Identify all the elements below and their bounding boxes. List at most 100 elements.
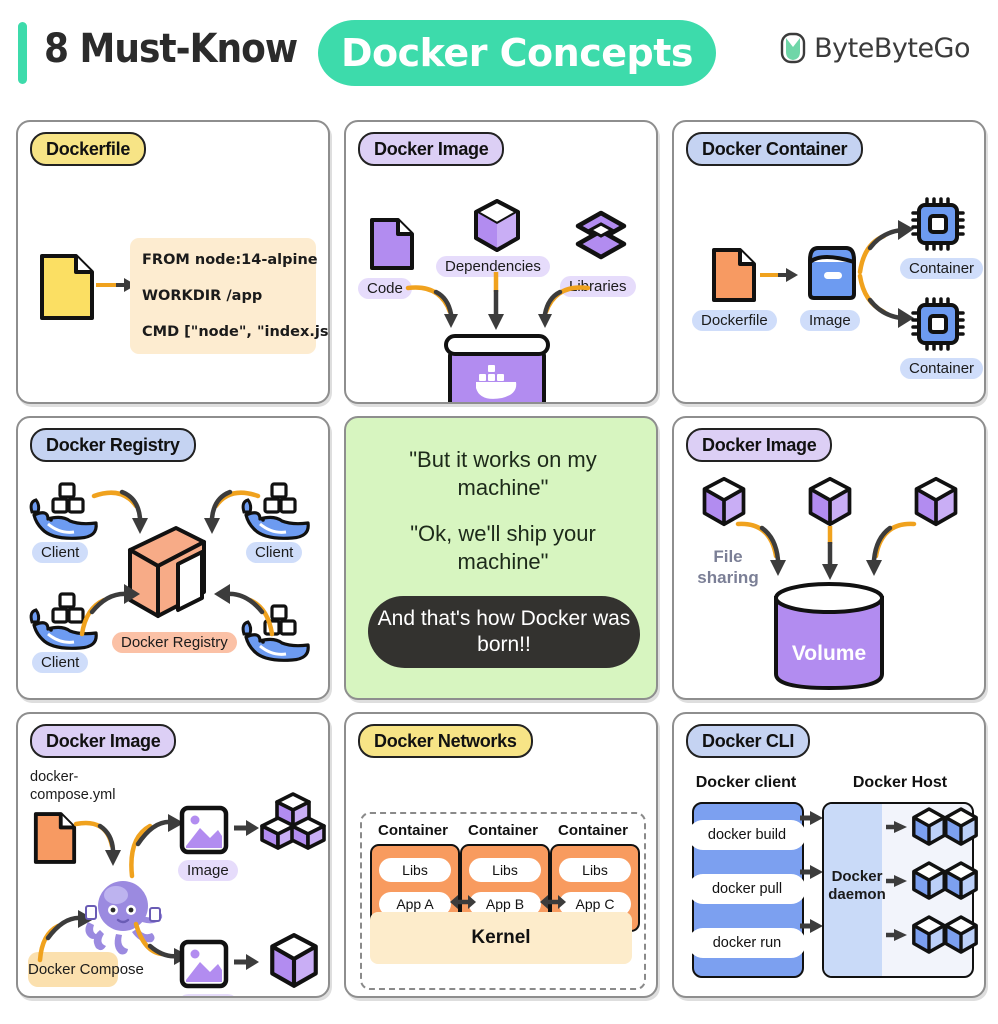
code-line-1: FROM node:14-alpine xyxy=(142,252,318,268)
layers-icon xyxy=(575,210,627,260)
libs-pill-2: Libs xyxy=(469,858,541,882)
arrow-icon xyxy=(214,584,275,637)
card-body-dockerfile: FROM node:14-alpine WORKDIR /app CMD ["n… xyxy=(18,168,328,402)
meme-quote-one: "But it works on my machine" xyxy=(409,447,597,500)
label-dockerfile: Dockerfile xyxy=(692,310,777,331)
arrow-icon xyxy=(79,584,140,637)
docker-whale-icon xyxy=(29,482,98,540)
cube-icon xyxy=(474,199,520,252)
card-body-docker-networks: Container Container Container Libs App A… xyxy=(346,760,656,996)
volume-cylinder-icon xyxy=(774,582,884,691)
meme-quote-two: "Ok, we'll ship your machine" xyxy=(410,521,596,574)
card-title-docker-cli: Docker CLI xyxy=(686,724,811,758)
card-body-docker-container: Dockerfile Image Container Container xyxy=(674,168,984,402)
card-body-docker-compose: docker-compose.yml Docker Compose Image xyxy=(18,760,328,996)
arrow-icon xyxy=(866,521,917,576)
cube-stack-icon xyxy=(260,792,326,850)
command-docker-build[interactable]: docker build xyxy=(688,820,806,850)
arrow-icon xyxy=(800,919,823,933)
docker-client-panel: docker build docker pull docker run xyxy=(688,802,806,978)
label-compose-file: docker-compose.yml xyxy=(30,769,116,803)
image-box-icon xyxy=(808,246,856,300)
card-title-docker-container: Docker Container xyxy=(686,132,864,166)
cpu-chip-icon xyxy=(911,197,965,251)
bidirectional-arrow-icon xyxy=(450,895,476,909)
docker-host-panel: Docker daemon xyxy=(822,802,978,978)
arrow-icon xyxy=(735,521,786,576)
arrow-icon xyxy=(760,268,798,282)
card-body-docker-volume: File sharing Volume xyxy=(674,464,984,698)
infographic-page: 8 Must-Know Docker Concepts ByteByteGo D… xyxy=(0,0,998,1024)
arrow-icon xyxy=(538,285,591,328)
code-line-2: WORKDIR /app xyxy=(142,288,263,304)
card-body-meme: "But it works on my machine" "Ok, we'll … xyxy=(346,436,656,698)
compose-file-icon xyxy=(33,812,77,864)
card-title-docker-image-build: Docker Image xyxy=(358,132,505,166)
kernel-bar: Kernel xyxy=(370,912,632,964)
dockerfile-file-icon xyxy=(40,254,94,320)
label-client-1: Client xyxy=(32,542,89,563)
arrow-icon xyxy=(886,821,907,833)
label-image-2: Image xyxy=(178,994,238,996)
brand-name: ByteByteGo xyxy=(814,32,970,64)
card-docker-volume: Docker Image File sharing Volume xyxy=(672,416,986,700)
bidirectional-arrow-icon xyxy=(540,895,566,909)
image-thumbnail-icon xyxy=(179,939,229,989)
card-body-docker-registry: Client Client Client Docker Registry xyxy=(18,464,328,698)
card-title-docker-volume: Docker Image xyxy=(686,428,833,462)
card-docker-registry: Docker Registry Client Client Client Doc… xyxy=(16,416,330,700)
card-docker-compose: Docker Image docker-compose.yml Docker C… xyxy=(16,712,330,998)
bytebytego-logo-icon xyxy=(780,32,806,64)
header: 8 Must-Know Docker Concepts ByteByteGo xyxy=(0,0,998,110)
cpu-chip-icon xyxy=(911,297,965,351)
libs-pill-1: Libs xyxy=(379,858,451,882)
container-title-2: Container xyxy=(467,822,538,839)
label-code: Code xyxy=(358,278,412,299)
label-container-2: Container xyxy=(900,358,984,379)
arrow-icon xyxy=(129,814,184,879)
code-line-3: CMD ["node", "index.js"] xyxy=(142,324,330,340)
dockerfile-file-icon xyxy=(712,248,756,302)
arrow-icon xyxy=(405,285,458,328)
arrow-icon xyxy=(800,811,823,825)
image-thumbnail-icon xyxy=(179,805,229,855)
card-title-docker-registry: Docker Registry xyxy=(30,428,196,462)
command-docker-run[interactable]: docker run xyxy=(688,928,806,958)
dockerfile-code-block: FROM node:14-alpine WORKDIR /app CMD ["n… xyxy=(130,238,328,354)
card-title-docker-networks: Docker Networks xyxy=(358,724,533,758)
label-volume: Volume xyxy=(791,642,867,665)
arrow-icon xyxy=(822,526,838,580)
card-body-docker-cli: Docker client Docker Host docker build d… xyxy=(674,760,984,996)
arrow-icon xyxy=(91,489,148,534)
label-image: Image xyxy=(800,310,860,331)
cube-icon xyxy=(944,915,978,954)
accent-bar xyxy=(18,22,27,84)
cube-icon xyxy=(808,476,852,527)
label-image-1: Image xyxy=(178,860,238,881)
header-title-pill-label: Docker Concepts xyxy=(341,31,694,75)
header-docker-host: Docker Host xyxy=(852,774,948,791)
label-container-1: Container xyxy=(900,258,984,279)
label-client-3: Client xyxy=(32,652,89,673)
docker-bucket-icon xyxy=(444,334,550,402)
file-icon xyxy=(370,218,414,270)
cards-grid: Dockerfile FROM node:14-alpine WORKDIR /… xyxy=(16,120,986,1012)
label-docker-daemon: Docker daemon xyxy=(828,868,886,903)
card-body-docker-image-build: Code Dependencies Libraries xyxy=(346,168,656,402)
command-docker-pull[interactable]: docker pull xyxy=(688,874,806,904)
cube-icon xyxy=(914,476,958,527)
header-docker-client: Docker client xyxy=(695,774,797,791)
container-title-1: Container xyxy=(377,822,448,839)
arrow-icon xyxy=(204,489,261,534)
card-title-docker-compose: Docker Image xyxy=(30,724,177,758)
card-meme: "But it works on my machine" "Ok, we'll … xyxy=(344,416,658,700)
header-title-plain: 8 Must-Know xyxy=(44,26,298,72)
container-title-3: Container xyxy=(557,822,628,839)
cube-icon xyxy=(944,807,978,846)
arrow-icon xyxy=(886,875,907,887)
arrow-icon xyxy=(234,820,259,836)
arrow-icon xyxy=(234,954,259,970)
card-docker-image-build: Docker Image Code Dependencies Libraries xyxy=(344,120,658,404)
meme-punchline-blob: And that's how Docker was born!! xyxy=(368,596,640,668)
card-dockerfile: Dockerfile FROM node:14-alpine WORKDIR /… xyxy=(16,120,330,404)
